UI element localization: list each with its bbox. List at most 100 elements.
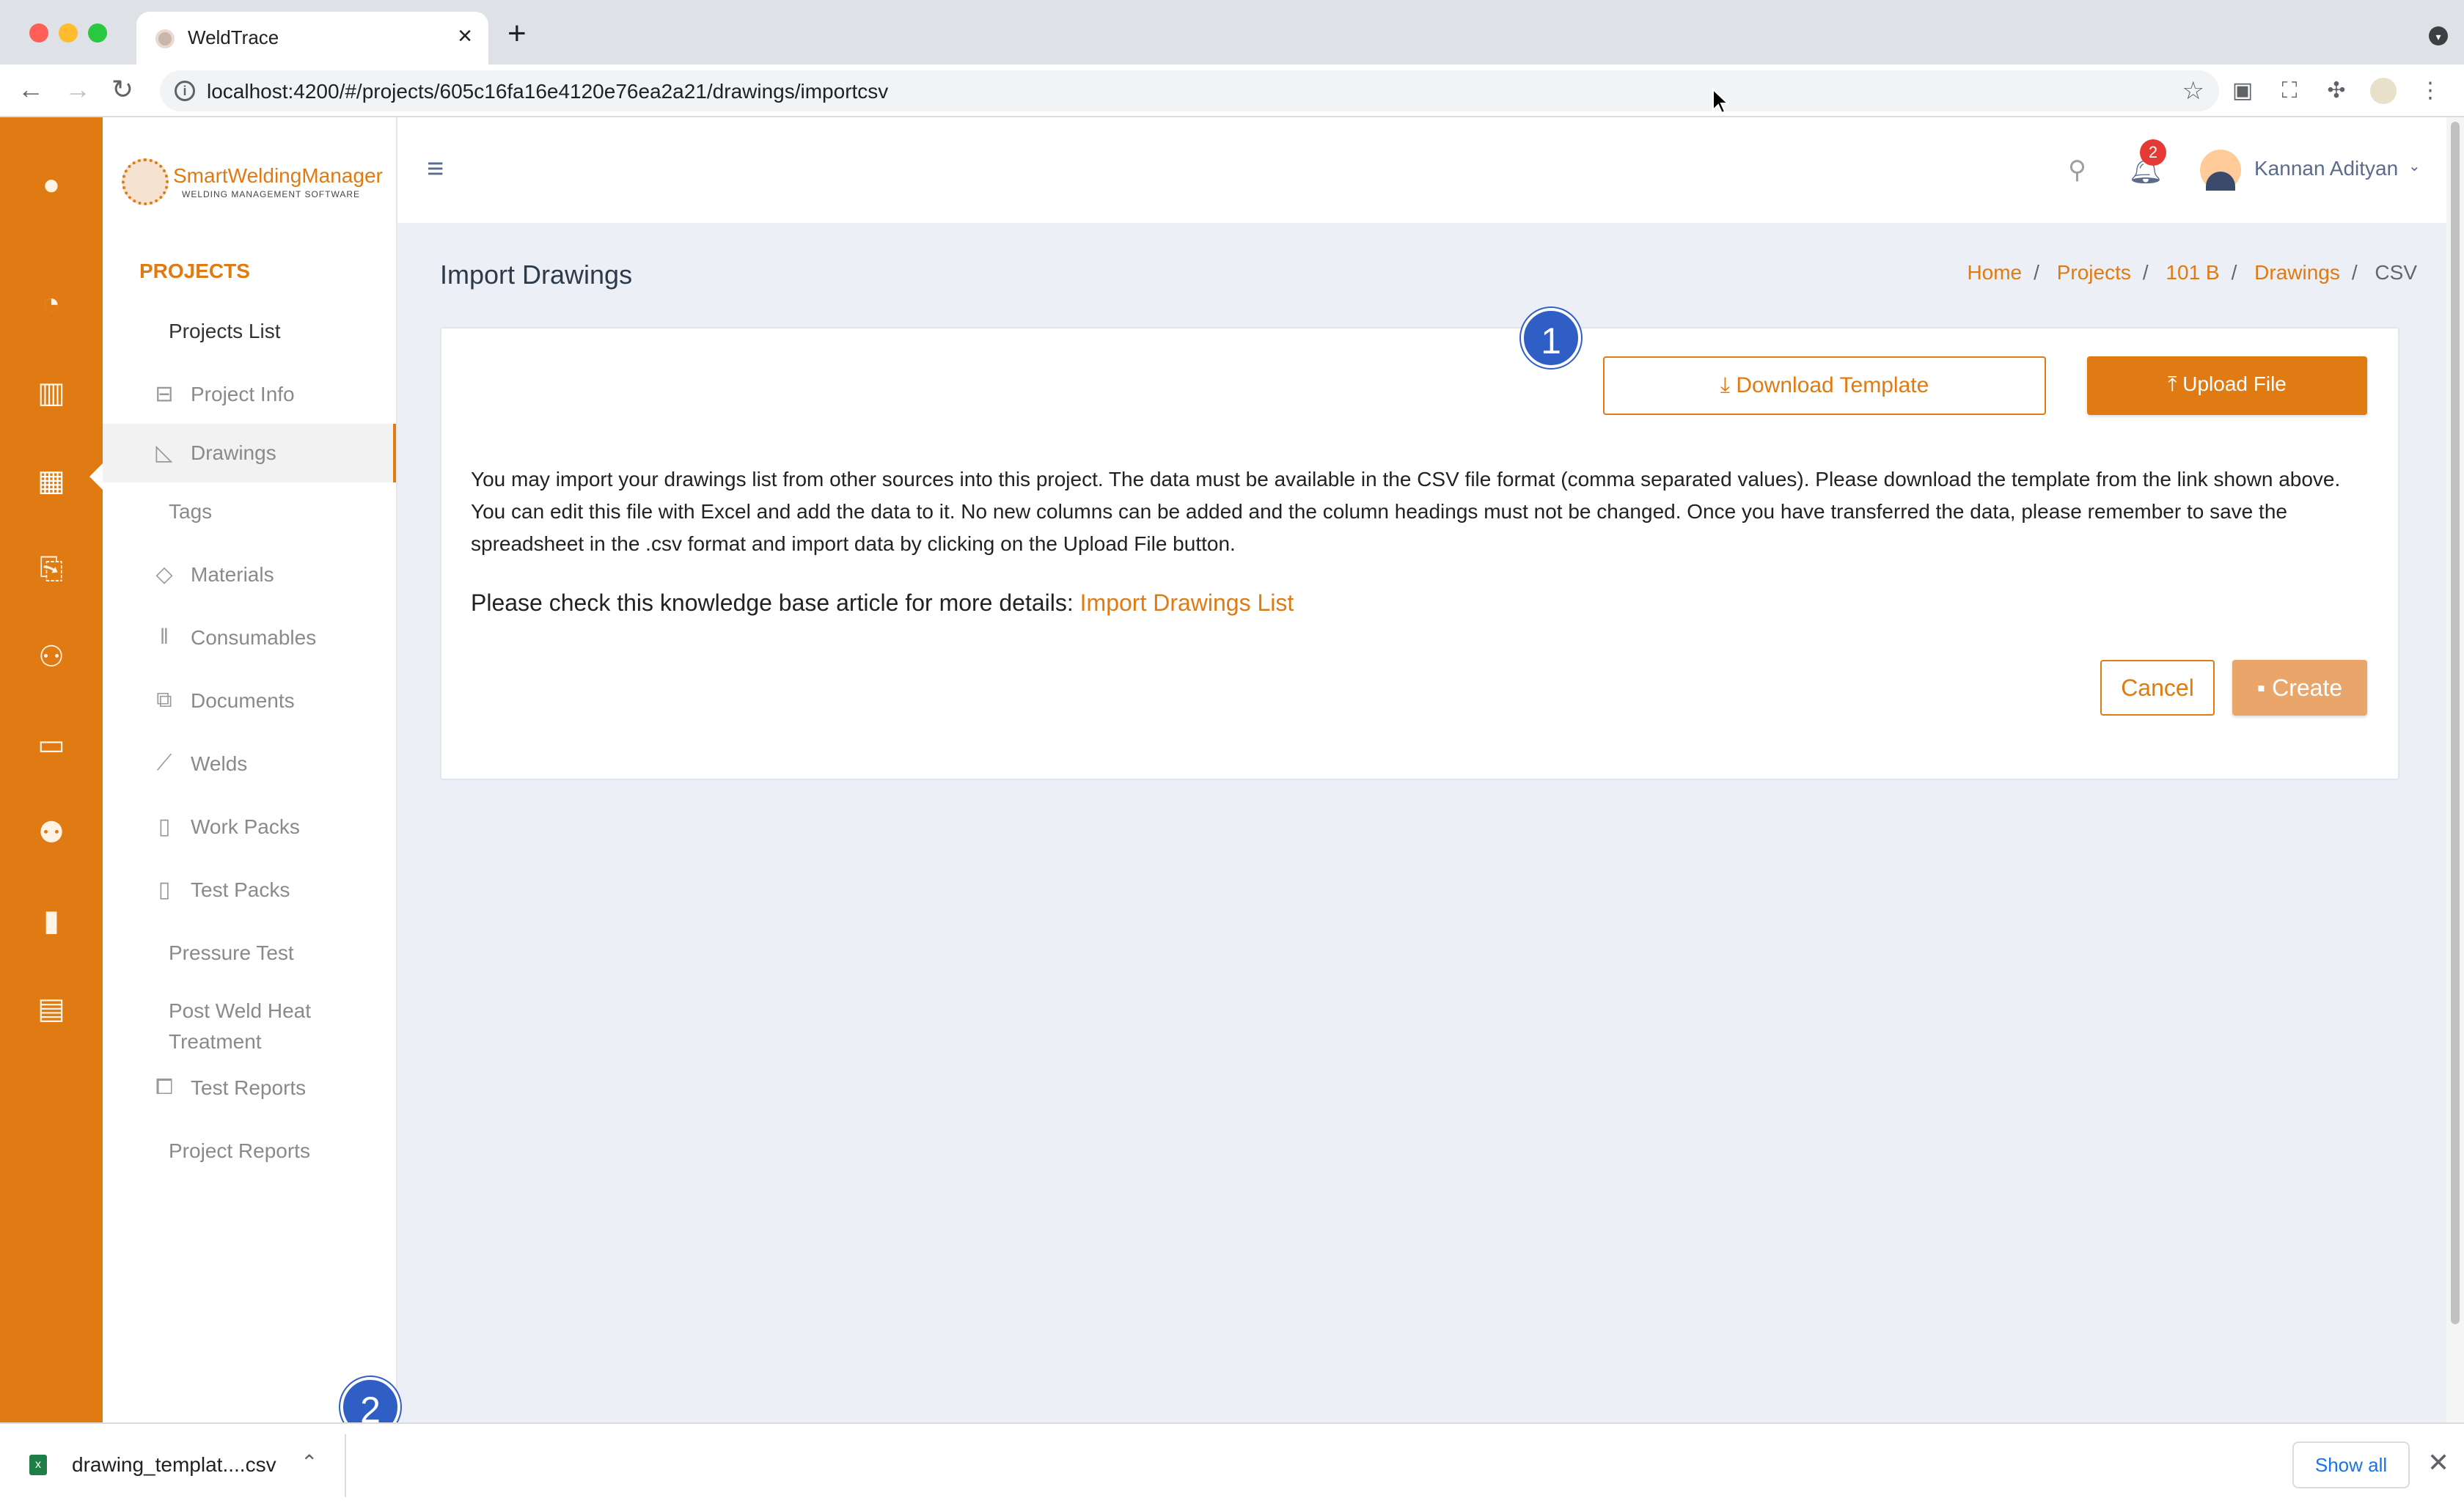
tab-close-icon[interactable]: × — [458, 23, 472, 48]
sidebar-item-label: Documents — [191, 689, 295, 712]
close-download-shelf-icon[interactable]: ✕ — [2427, 1447, 2449, 1478]
sidebar-item-label: Project Reports — [169, 1139, 310, 1162]
window-zoom-button[interactable] — [88, 23, 107, 43]
sidebar-item-post-weld-heat-treatment[interactable]: Post Weld Heat Treatment — [103, 985, 396, 1053]
sidebar-item-project-reports[interactable]: Project Reports — [103, 1122, 396, 1180]
page-title: Import Drawings — [440, 260, 633, 290]
browser-tab[interactable]: WeldTrace × — [136, 12, 488, 65]
hamburger-menu-icon[interactable]: ≡ — [427, 154, 444, 183]
clipboard-icon: ▯ — [158, 815, 171, 839]
forward-icon[interactable]: → — [65, 75, 91, 104]
sidebar-item-label: Materials — [191, 563, 274, 586]
create-label: Create — [2272, 675, 2343, 701]
sidebar-item-project-info[interactable]: ⊟ Project Info — [103, 365, 396, 424]
download-icon: ⤓ — [1720, 373, 1737, 397]
browser-tab-bar: WeldTrace × + ▾ — [0, 0, 2464, 65]
rail-grid-icon[interactable]: ▦ — [34, 463, 69, 499]
kb-article-link[interactable]: Import Drawings List — [1080, 589, 1294, 616]
breadcrumb-projects[interactable]: Projects — [2057, 261, 2131, 284]
rail-active-indicator — [89, 463, 103, 490]
chevron-up-icon[interactable]: ⌃ — [301, 1450, 318, 1474]
breadcrumb-home[interactable]: Home — [1967, 261, 2022, 284]
extension-icon[interactable]: ▣ — [2229, 78, 2256, 104]
bookmark-star-icon[interactable]: ☆ — [2182, 76, 2204, 106]
rail-book-open-icon[interactable]: ▤ — [34, 991, 69, 1026]
cancel-button[interactable]: Cancel — [2100, 660, 2215, 716]
page-scrollbar[interactable] — [2446, 117, 2464, 1422]
sidebar-item-materials[interactable]: ◇ Materials — [103, 546, 396, 604]
window-close-button[interactable] — [29, 23, 48, 43]
logo-emblem-icon — [122, 158, 169, 205]
sidebar-item-label: Tags — [169, 500, 213, 523]
rail-pie-chart-icon[interactable]: ◔ — [34, 286, 69, 321]
tab-search-icon[interactable]: ▾ — [2429, 26, 2448, 45]
rail-bar-chart-icon[interactable]: ▮ — [34, 903, 69, 939]
import-description: You may import your drawings list from o… — [471, 468, 2341, 555]
sidebar-item-welds[interactable]: ⟋ Welds — [103, 735, 396, 793]
rail-avatar-icon[interactable]: ● — [34, 167, 69, 202]
breadcrumb-separator: / — [2034, 261, 2039, 284]
address-bar[interactable]: i localhost:4200/#/projects/605c16fa16e4… — [160, 70, 2219, 111]
search-icon[interactable]: ⚲ — [2068, 155, 2086, 185]
mouse-cursor-icon — [1712, 88, 1729, 114]
sidebar-item-label: Welds — [191, 752, 248, 775]
chevron-down-icon[interactable]: ⌄ — [2408, 157, 2421, 175]
downloaded-file-name[interactable]: drawing_templat....csv — [72, 1453, 276, 1477]
logo-title: SmartWeldingManager — [173, 164, 383, 187]
project-sidebar: SmartWeldingManager WELDING MANAGEMENT S… — [103, 117, 397, 1422]
excel-file-icon: x — [29, 1455, 47, 1475]
show-all-downloads-button[interactable]: Show all — [2292, 1441, 2410, 1488]
rail-user-add-icon[interactable]: ⚇ — [34, 639, 69, 675]
rail-users-icon[interactable]: ⚉ — [34, 815, 69, 851]
download-template-label: Download Template — [1736, 373, 1929, 397]
site-info-icon[interactable]: i — [175, 81, 195, 101]
profile-avatar-icon[interactable] — [2370, 78, 2397, 104]
breadcrumb-current: CSV — [2375, 261, 2417, 284]
breadcrumb-separator: / — [2231, 261, 2237, 284]
upload-file-button[interactable]: ⤒ Upload File — [2087, 356, 2367, 415]
briefcase-icon: ⊟ — [155, 382, 174, 406]
sidebar-item-label: Projects List — [169, 320, 281, 342]
scrollbar-thumb[interactable] — [2451, 122, 2460, 1324]
user-avatar[interactable] — [2200, 150, 2241, 191]
rail-file-add-icon[interactable]: ⎘ — [34, 551, 69, 587]
top-header: ≡ ⚲ 🔔︎ 2 Kannan Adityan ⌄ — [397, 117, 2446, 223]
breadcrumb: Home / Projects / 101 B / Drawings / CSV — [1967, 261, 2417, 284]
documents-icon: ⧉ — [156, 688, 172, 712]
tools-icon: ‖ — [159, 625, 169, 649]
sidebar-item-consumables[interactable]: ‖ Consumables — [103, 609, 396, 667]
rail-building-icon[interactable]: ▥ — [34, 375, 69, 411]
sidebar-item-test-reports[interactable]: ⧠ Test Reports — [103, 1059, 396, 1117]
report-icon: ⧠ — [155, 1075, 173, 1099]
reload-icon[interactable]: ↻ — [111, 75, 133, 104]
breadcrumb-project[interactable]: 101 B — [2166, 261, 2219, 284]
sidebar-item-projects-list[interactable]: Projects List — [103, 302, 396, 361]
kb-prefix: Please check this knowledge base article… — [471, 589, 1080, 616]
sidebar-item-drawings[interactable]: ◺ Drawings — [103, 424, 396, 482]
sidebar-section-title: PROJECTS — [139, 260, 250, 282]
browser-menu-icon[interactable]: ⋮ — [2417, 78, 2443, 104]
sidebar-item-documents[interactable]: ⧉ Documents — [103, 672, 396, 730]
browser-toolbar: ← → ↻ i localhost:4200/#/projects/605c16… — [0, 65, 2464, 117]
back-icon[interactable]: ← — [18, 75, 44, 104]
sidebar-item-label: Project Info — [191, 383, 295, 405]
sidebar-item-label: Drawings — [191, 441, 276, 464]
sidebar-item-pressure-test[interactable]: Pressure Test — [103, 924, 396, 982]
rail-book-icon[interactable]: ▭ — [34, 727, 69, 763]
download-template-button[interactable]: ⤓ Download Template — [1603, 356, 2046, 415]
main-content: ≡ ⚲ 🔔︎ 2 Kannan Adityan ⌄ Import Drawing… — [397, 117, 2446, 1422]
url-text[interactable]: localhost:4200/#/projects/605c16fa16e412… — [207, 80, 888, 103]
screen-capture-icon[interactable]: ⛶ — [2276, 78, 2303, 104]
user-name[interactable]: Kannan Adityan — [2254, 157, 2398, 180]
window-minimize-button[interactable] — [59, 23, 78, 43]
sidebar-item-label: Post Weld Heat Treatment — [169, 999, 312, 1053]
puzzle-extensions-icon[interactable]: ✣ — [2323, 78, 2350, 104]
sidebar-item-label: Work Packs — [191, 815, 300, 838]
sidebar-item-work-packs[interactable]: ▯ Work Packs — [103, 798, 396, 856]
breadcrumb-drawings[interactable]: Drawings — [2254, 261, 2340, 284]
create-button[interactable]: ▪ Create — [2232, 660, 2367, 716]
new-tab-button[interactable]: + — [507, 18, 527, 50]
step-1-annotation: 1 — [1521, 308, 1581, 368]
sidebar-item-test-packs[interactable]: ▯ Test Packs — [103, 861, 396, 919]
sidebar-item-tags[interactable]: Tags — [103, 482, 396, 541]
